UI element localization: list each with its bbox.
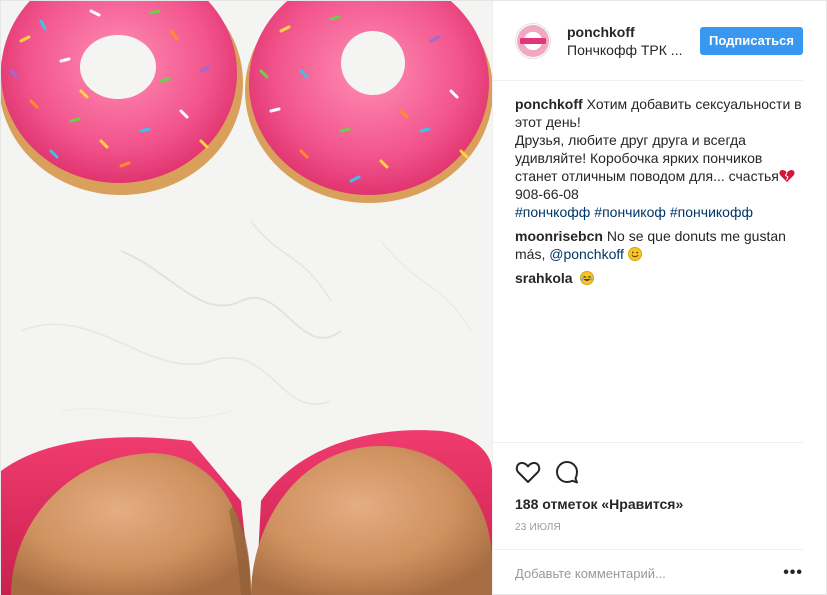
laughing-emoji-icon bbox=[580, 271, 595, 285]
caption-hashtags: #пончкофф #пончикоф #пончикофф bbox=[515, 203, 802, 221]
header-username[interactable]: ponchkoff bbox=[567, 23, 692, 41]
add-comment-bar: ••• bbox=[493, 549, 803, 595]
instagram-post: ponchkoff Пончкофф ТРК ... Подписаться p… bbox=[0, 0, 827, 595]
caption-phone: 908-66-08 bbox=[515, 186, 579, 202]
follow-button[interactable]: Подписаться bbox=[699, 26, 803, 55]
comment-button[interactable] bbox=[555, 453, 595, 493]
donuts-photo-image bbox=[1, 1, 492, 595]
comments-list: ponchkoff Хотим добавить сексуальности в … bbox=[493, 81, 826, 442]
post-header: ponchkoff Пончкофф ТРК ... Подписаться bbox=[493, 1, 803, 81]
caption-author[interactable]: ponchkoff bbox=[515, 96, 583, 112]
likes-count[interactable]: 188 отметок «Нравится» bbox=[515, 495, 803, 513]
header-text: ponchkoff Пончкофф ТРК ... bbox=[567, 23, 692, 59]
smiling-emoji-icon bbox=[627, 247, 642, 261]
ponchkoff-logo-icon bbox=[517, 24, 549, 57]
logo-band bbox=[520, 37, 546, 44]
comment-author[interactable]: srahkola bbox=[515, 270, 573, 286]
comment-item: moonrisebcn No se que donuts me gustan má… bbox=[515, 227, 802, 263]
comment-item: srahkola bbox=[515, 269, 802, 287]
post-date[interactable]: 23 июля bbox=[515, 521, 803, 535]
avatar[interactable] bbox=[515, 22, 551, 59]
hashtag-link[interactable]: #пончикофф bbox=[670, 204, 753, 220]
caption-comment: ponchkoff Хотим добавить сексуальности в … bbox=[515, 95, 802, 221]
hashtag-link[interactable]: #пончкофф bbox=[515, 204, 590, 220]
speech-bubble-icon bbox=[555, 460, 579, 487]
comment-mention[interactable]: @ponchkoff bbox=[549, 246, 624, 262]
heart-outline-icon bbox=[515, 460, 541, 487]
post-actions-area: 188 отметок «Нравится» 23 июля bbox=[493, 442, 803, 535]
comment-input[interactable] bbox=[515, 565, 779, 581]
broken-heart-emoji-icon bbox=[779, 169, 795, 183]
more-options-icon[interactable]: ••• bbox=[779, 564, 803, 582]
like-button[interactable] bbox=[515, 453, 555, 493]
post-photo[interactable] bbox=[1, 1, 492, 595]
post-side-panel: ponchkoff Пончкофф ТРК ... Подписаться p… bbox=[492, 1, 826, 595]
comment-author[interactable]: moonrisebcn bbox=[515, 228, 603, 244]
hashtag-link[interactable]: #пончикоф bbox=[594, 204, 666, 220]
post-actions bbox=[515, 453, 803, 493]
header-location[interactable]: Пончкофф ТРК ... bbox=[567, 41, 687, 59]
